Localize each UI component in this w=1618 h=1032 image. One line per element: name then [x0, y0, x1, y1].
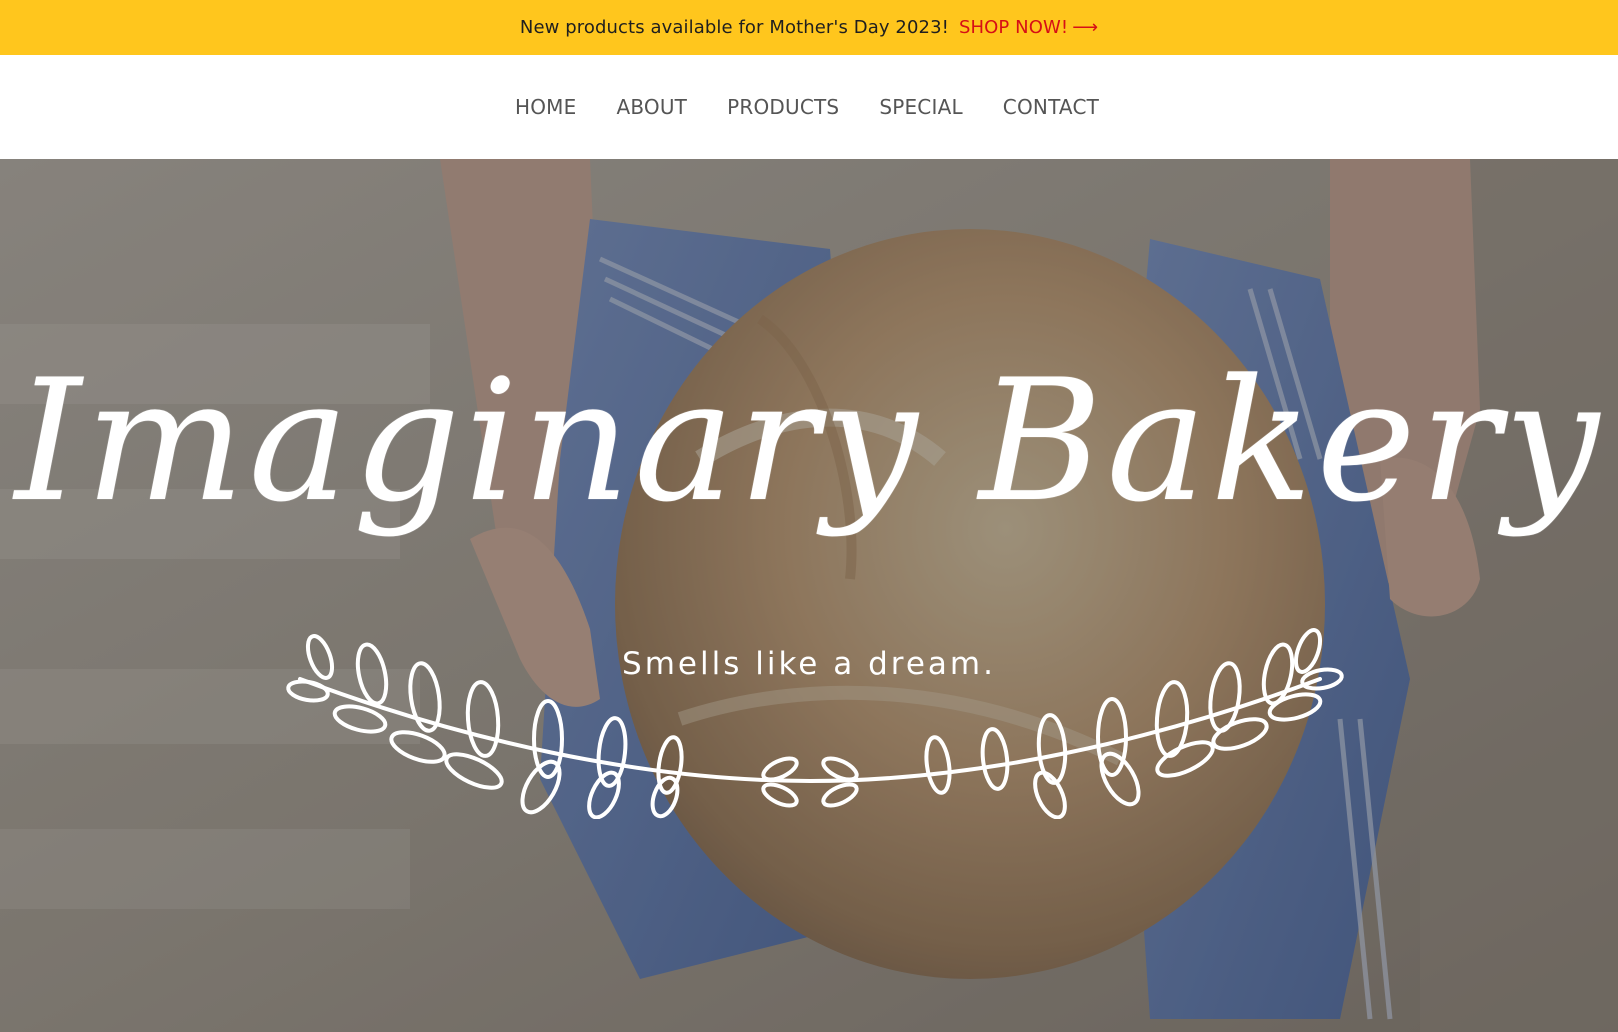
bread-in-hands-photo	[0, 159, 1618, 1032]
announcement-bar: New products available for Mother's Day …	[0, 0, 1618, 55]
nav-item-home[interactable]: HOME	[515, 95, 576, 119]
announcement-message: New products available for Mother's Day …	[519, 17, 949, 38]
nav-item-special[interactable]: SPECIAL	[879, 95, 962, 119]
nav-list: HOME ABOUT PRODUCTS SPECIAL CONTACT	[515, 95, 1099, 119]
arrow-right-icon: ⟶	[1072, 17, 1099, 38]
shop-now-label: SHOP NOW!	[958, 17, 1069, 38]
main-navigation: HOME ABOUT PRODUCTS SPECIAL CONTACT	[0, 55, 1618, 159]
hero-title: Imaginary Bakery	[14, 343, 1604, 539]
nav-item-contact[interactable]: CONTACT	[1003, 95, 1099, 119]
hero-section: Imaginary Bakery Smells like a dream.	[0, 159, 1618, 1032]
nav-item-products[interactable]: PRODUCTS	[727, 95, 839, 119]
laurel-wreath-icon	[286, 628, 1344, 819]
nav-item-about[interactable]: ABOUT	[616, 95, 687, 119]
shop-now-link[interactable]: SHOP NOW! ⟶	[959, 17, 1098, 38]
